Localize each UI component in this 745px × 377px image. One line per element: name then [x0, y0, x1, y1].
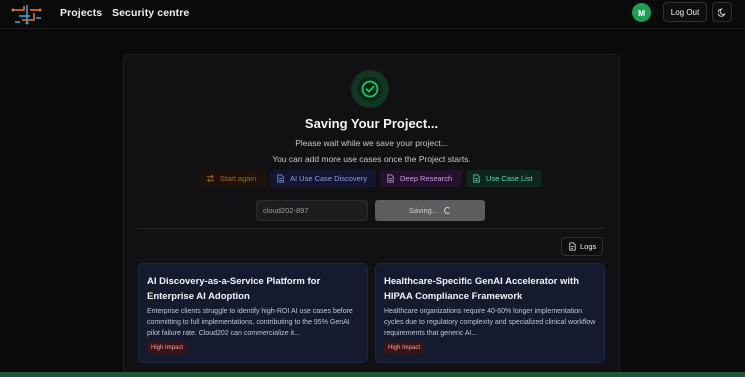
top-navigation: Projects Security centre M Log Out [0, 0, 745, 27]
success-check-badge [351, 70, 389, 108]
logs-label: Logs [580, 242, 597, 251]
saving-button-label: Saving... [408, 206, 439, 215]
saving-message: Please wait while we save your project..… [295, 138, 448, 148]
nav-security-centre-link[interactable]: Security centre [112, 7, 189, 19]
project-name-input[interactable] [256, 200, 368, 221]
use-case-card[interactable]: AI Discovery-as-a-Service Platform for E… [138, 263, 368, 363]
user-avatar[interactable]: M [632, 3, 651, 22]
saving-button[interactable]: Saving... [375, 200, 485, 221]
use-case-list-tab[interactable]: Use Case List [466, 170, 542, 187]
impact-badge: High Impact [384, 342, 425, 353]
ai-use-case-discovery-tab[interactable]: AI Use Case Discovery [270, 170, 376, 187]
impact-badge: High Impact [147, 342, 188, 353]
logs-document-icon [569, 242, 576, 251]
bottom-status-strip [0, 372, 745, 377]
app-logo-icon[interactable] [10, 2, 44, 26]
use-case-description: Healthcare organizations require 40-60% … [384, 308, 596, 337]
nav-projects-link[interactable]: Projects [60, 7, 102, 19]
loading-spinner-icon [444, 207, 452, 214]
start-again-label: Start again [220, 174, 257, 183]
document-icon [387, 174, 394, 183]
saving-note: You can add more use cases once the Proj… [272, 154, 471, 164]
page-title: Saving Your Project... [304, 116, 439, 131]
use-case-card[interactable]: Healthcare-Specific GenAI Accelerator wi… [375, 263, 605, 363]
use-case-title: AI Discovery-as-a-Service Platform for E… [147, 276, 321, 302]
use-case-description: Enterprise clients struggle to identify … [147, 308, 353, 337]
document-icon [277, 174, 284, 183]
deep-research-label: Deep Research [400, 174, 453, 183]
section-divider [138, 228, 604, 229]
header-divider [0, 28, 745, 29]
moon-icon [717, 8, 726, 17]
document-icon [473, 174, 480, 183]
deep-research-tab[interactable]: Deep Research [380, 170, 462, 187]
use-case-title: Healthcare-Specific GenAI Accelerator wi… [384, 276, 579, 302]
use-case-list-label: Use Case List [486, 174, 533, 183]
logs-button[interactable]: Logs [561, 237, 603, 256]
theme-toggle-button[interactable] [712, 2, 732, 22]
start-again-button[interactable]: Start again [200, 170, 268, 187]
logout-button[interactable]: Log Out [663, 2, 707, 22]
discovery-label: AI Use Case Discovery [290, 174, 368, 183]
check-circle-icon [361, 80, 379, 98]
swap-arrows-icon [206, 174, 215, 183]
